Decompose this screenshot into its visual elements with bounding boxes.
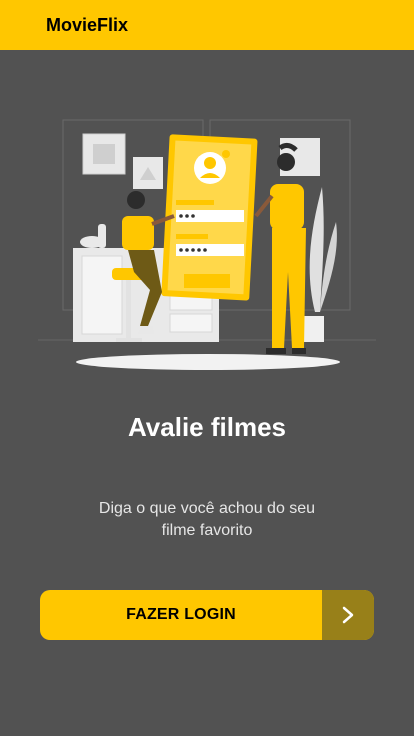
chevron-right-icon bbox=[322, 590, 374, 640]
top-bar: MovieFlix bbox=[0, 0, 414, 50]
hero-subtitle: Diga o que você achou do seu filme favor… bbox=[98, 500, 316, 539]
app-title: MovieFlix bbox=[46, 14, 129, 35]
hero-heading: Avalie filmes bbox=[127, 412, 286, 442]
login-button-label: FAZER LOGIN bbox=[126, 606, 236, 623]
login-illustration bbox=[38, 119, 376, 370]
login-button[interactable]: FAZER LOGIN bbox=[40, 590, 374, 640]
